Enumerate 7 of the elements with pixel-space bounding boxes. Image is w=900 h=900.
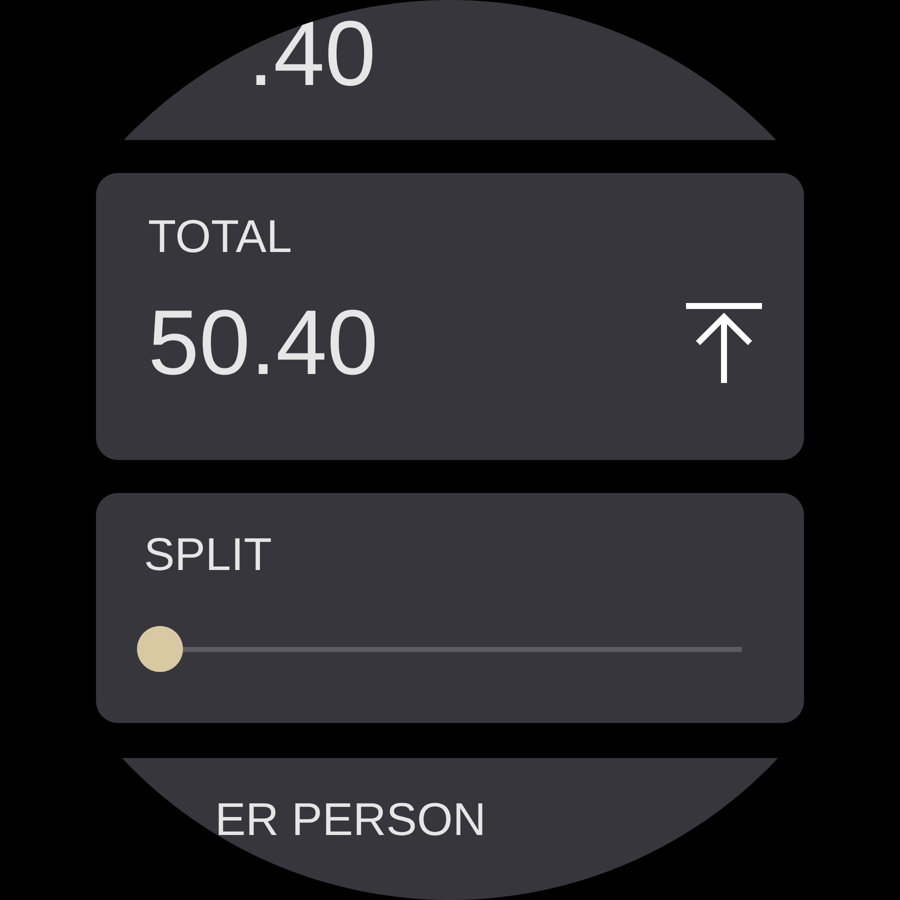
total-label: TOTAL	[148, 213, 293, 259]
total-value: 50.40	[148, 297, 378, 389]
upload-icon[interactable]	[684, 303, 764, 383]
per-person-label: ER PERSON	[215, 793, 486, 845]
amount-text: .40	[248, 8, 376, 100]
split-label: SPLIT	[144, 531, 273, 577]
slider-thumb[interactable]	[137, 626, 183, 672]
